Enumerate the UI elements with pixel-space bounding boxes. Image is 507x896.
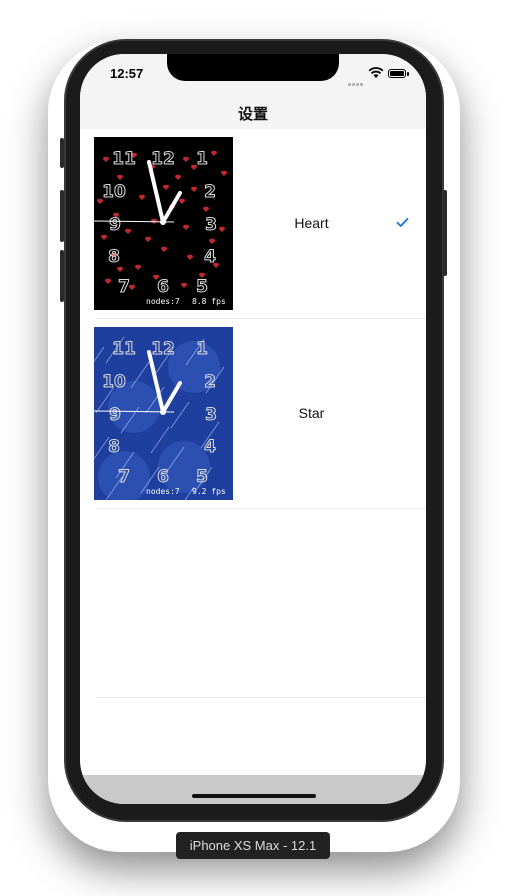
clock-number: 5 xyxy=(196,467,208,487)
simulator-device-label: iPhone XS Max - 12.1 xyxy=(176,832,330,859)
volume-up-button xyxy=(60,190,64,242)
clock-number: 6 xyxy=(157,277,169,297)
notch xyxy=(167,54,339,81)
clock-center xyxy=(160,409,166,415)
battery-icon xyxy=(388,69,406,78)
row-separator xyxy=(96,697,426,698)
clock-number: 7 xyxy=(118,277,130,297)
debug-node-count: nodes:7 xyxy=(146,487,180,496)
star-clock-preview: 12 1 2 3 4 5 6 7 8 9 10 11 nodes:7 9.2 fps xyxy=(94,327,233,500)
page-title: 设置 xyxy=(237,105,268,123)
volume-down-button xyxy=(60,250,64,302)
theme-row-star[interactable]: 12 1 2 3 4 5 6 7 8 9 10 11 nodes:7 9.2 fps Star xyxy=(80,319,426,509)
theme-label-heart: Heart xyxy=(294,215,329,231)
home-indicator[interactable] xyxy=(192,794,316,798)
clock-number: 3 xyxy=(205,405,217,425)
clock-number: 2 xyxy=(204,182,216,202)
screen: 12:57 设置 12 1 2 3 4 5 6 7 8 9 10 11 nodes:7 8.8 fps H… xyxy=(80,54,426,804)
clock-number: 11 xyxy=(112,339,136,359)
side-button xyxy=(60,138,64,168)
checkmark-icon xyxy=(396,217,409,227)
clock-number: 12 xyxy=(151,339,175,359)
clock-number: 1 xyxy=(196,149,208,169)
clock-center xyxy=(160,219,166,225)
clock-number: 12 xyxy=(151,149,175,169)
cellular-signal-icon xyxy=(348,73,364,91)
row-separator xyxy=(96,508,426,509)
theme-label-star: Star xyxy=(298,405,325,421)
clock-number: 9 xyxy=(109,405,121,425)
clock-number: 9 xyxy=(109,215,121,235)
clock-number: 10 xyxy=(102,182,126,202)
navigation-bar: 设置 xyxy=(80,98,426,130)
clock-number: 6 xyxy=(157,467,169,487)
power-button xyxy=(443,190,447,276)
debug-fps: 8.8 fps xyxy=(192,297,226,306)
clock-number: 5 xyxy=(196,277,208,297)
clock-number: 3 xyxy=(205,215,217,235)
clock-number: 11 xyxy=(112,149,136,169)
theme-row-heart[interactable]: 12 1 2 3 4 5 6 7 8 9 10 11 nodes:7 8.8 fps Heart xyxy=(80,129,426,319)
clock-number: 2 xyxy=(204,372,216,392)
battery-tip xyxy=(407,72,409,76)
wifi-icon xyxy=(368,67,384,78)
clock-number: 1 xyxy=(196,339,208,359)
status-time: 12:57 xyxy=(110,66,144,81)
debug-node-count: nodes:7 xyxy=(146,297,180,306)
clock-number: 8 xyxy=(108,247,120,267)
heart-clock-preview: 12 1 2 3 4 5 6 7 8 9 10 11 nodes:7 8.8 fps xyxy=(94,137,233,310)
clock-number: 10 xyxy=(102,372,126,392)
clock-number: 8 xyxy=(108,437,120,457)
clock-number: 4 xyxy=(204,437,216,457)
clock-number: 7 xyxy=(118,467,130,487)
debug-fps: 9.2 fps xyxy=(192,487,226,496)
home-area xyxy=(80,775,426,804)
clock-number: 4 xyxy=(204,247,216,267)
